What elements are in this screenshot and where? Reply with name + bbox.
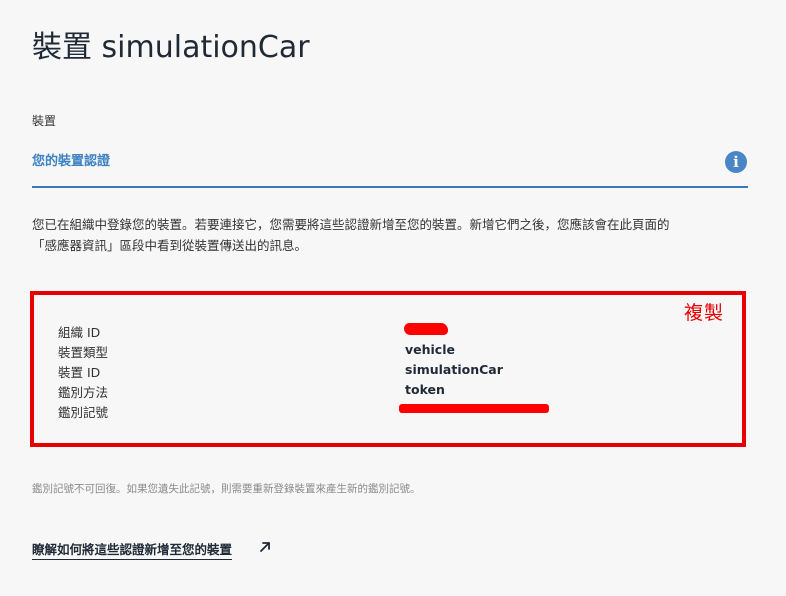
device-credentials-page: 裝置 simulationCar 裝置 您的裝置認證 i 您已在組織中登錄您的裝… <box>0 0 786 596</box>
description-line-2: 「感應器資訊」區段中看到從裝置傳送出的訊息。 <box>32 238 308 253</box>
org-id-label: 組織 ID <box>58 325 101 340</box>
org-id-redaction <box>404 323 448 335</box>
auth-method-label: 鑑別方法 <box>58 385 109 400</box>
page-title: 裝置 simulationCar <box>32 30 310 65</box>
external-link-icon[interactable] <box>258 540 272 554</box>
device-type-value: vehicle <box>405 342 455 357</box>
auth-method-value: token <box>405 382 445 397</box>
device-id-label: 裝置 ID <box>58 365 101 380</box>
credentials-description: 您已在組織中登錄您的裝置。若要連接它，您需要將這些認證新增至您的裝置。新增它們之… <box>32 214 752 256</box>
section-title: 您的裝置認證 <box>32 154 111 169</box>
device-id-value: simulationCar <box>405 362 503 377</box>
learn-more-link[interactable]: 瞭解如何將這些認證新增至您的裝置 <box>32 539 233 560</box>
device-type-label: 裝置類型 <box>58 345 109 360</box>
info-icon[interactable]: i <box>725 151 747 173</box>
description-line-1: 您已在組織中登錄您的裝置。若要連接它，您需要將這些認證新增至您的裝置。新增它們之… <box>32 217 670 232</box>
auth-token-redaction <box>399 404 549 413</box>
breadcrumb[interactable]: 裝置 <box>32 112 56 129</box>
token-footnote: 鑑別記號不可回復。如果您遺失此記號，則需要重新登錄裝置來產生新的鑑別記號。 <box>32 483 421 495</box>
auth-token-label: 鑑別記號 <box>58 405 109 420</box>
credentials-highlight-box <box>30 291 746 447</box>
section-divider <box>32 186 748 188</box>
copy-button[interactable]: 複製 <box>684 298 724 325</box>
